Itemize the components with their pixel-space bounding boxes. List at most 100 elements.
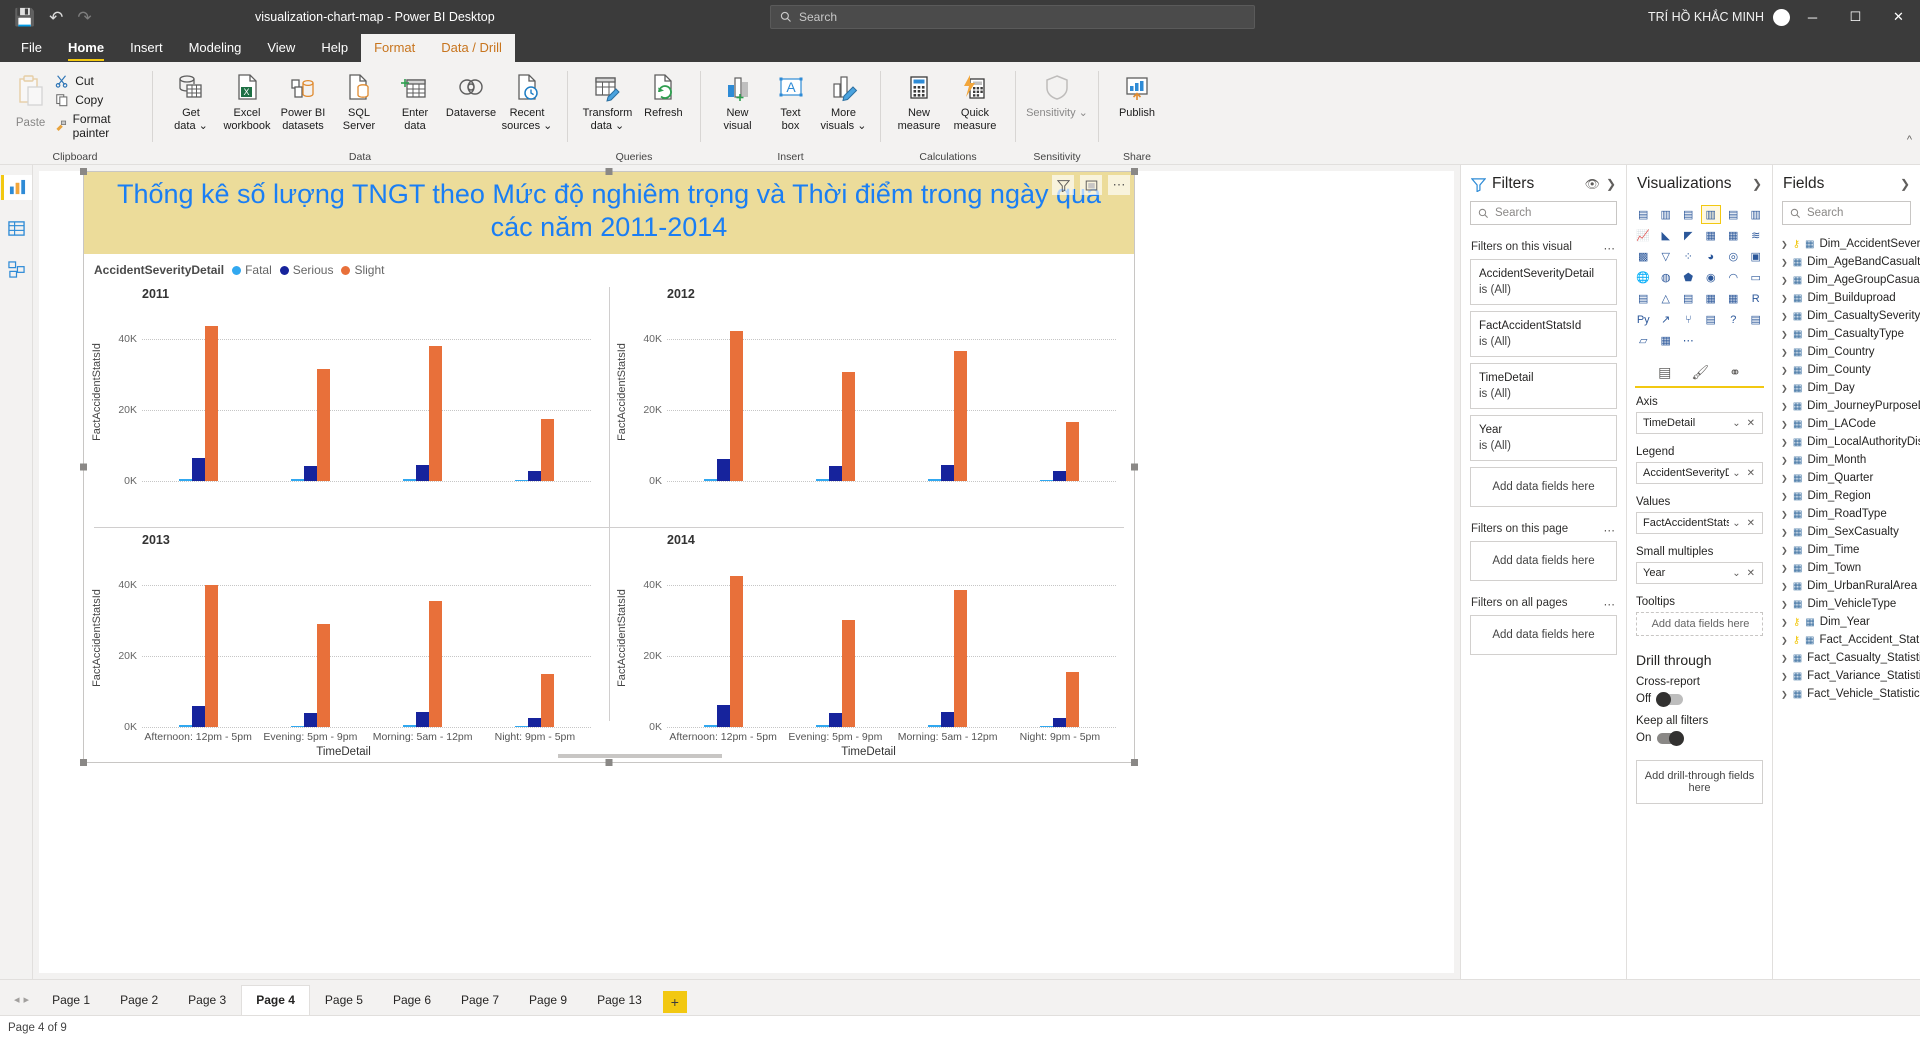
- close-icon[interactable]: ✕: [1744, 518, 1758, 529]
- filters-search-input[interactable]: Search: [1470, 201, 1617, 225]
- field-item[interactable]: ❯ ⚷ ▦ Dim_AccidentSeverity: [1773, 235, 1920, 253]
- toggle-switch[interactable]: [1656, 691, 1684, 707]
- new-measure-button[interactable]: New measure: [891, 68, 947, 132]
- close-icon[interactable]: ✕: [1744, 418, 1758, 429]
- tab-data-drill[interactable]: Data / Drill: [428, 34, 515, 62]
- get-data-button[interactable]: Get data ⌄: [163, 68, 219, 132]
- waterfall-chart-icon[interactable]: ▩: [1633, 247, 1654, 266]
- 100-stacked-column-chart-icon[interactable]: ▥: [1746, 205, 1767, 224]
- eye-icon[interactable]: 👁: [1585, 177, 1600, 191]
- tab-home[interactable]: Home: [55, 34, 117, 62]
- field-item[interactable]: ❯ ▦ Dim_Month: [1773, 451, 1920, 469]
- chevron-right-icon[interactable]: ❯: [1781, 564, 1788, 573]
- visual-horizontal-scrollbar[interactable]: [94, 754, 1124, 760]
- cut-button[interactable]: Cut: [53, 72, 142, 90]
- bar-serious[interactable]: [716, 458, 730, 481]
- bar-slight[interactable]: [1066, 422, 1080, 481]
- close-icon[interactable]: ✕: [1744, 468, 1758, 479]
- bar-serious[interactable]: [828, 712, 842, 727]
- publish-button[interactable]: Publish: [1109, 68, 1165, 120]
- cross-report-toggle[interactable]: Off: [1627, 691, 1772, 713]
- page-next-button[interactable]: ▸: [24, 993, 30, 1006]
- field-item[interactable]: ❯ ▦ Dim_RoadType: [1773, 505, 1920, 523]
- global-search-input[interactable]: Search: [770, 5, 1255, 29]
- maximize-button[interactable]: ☐: [1834, 0, 1877, 34]
- field-item[interactable]: ❯ ▦ Dim_CasualtySeverity: [1773, 307, 1920, 325]
- bar-slight[interactable]: [316, 368, 330, 481]
- filters-visual-more-icon[interactable]: ⋯: [1604, 241, 1617, 255]
- field-item[interactable]: ❯ ▦ Dim_SexCasualty: [1773, 523, 1920, 541]
- bar-serious[interactable]: [716, 705, 730, 727]
- transform-data-button[interactable]: Transform data ⌄: [578, 68, 637, 132]
- bar-slight[interactable]: [729, 575, 743, 727]
- bar-slight[interactable]: [729, 331, 743, 481]
- bar-slight[interactable]: [204, 326, 218, 481]
- filter-card-time-detail[interactable]: TimeDetail is (All): [1470, 363, 1617, 409]
- field-item[interactable]: ❯ ▦ Dim_Country: [1773, 343, 1920, 361]
- chevron-right-icon[interactable]: ❯: [1781, 348, 1788, 357]
- more-visuals-button[interactable]: More visuals ⌄: [817, 68, 870, 132]
- excel-workbook-button[interactable]: X Excel workbook: [219, 68, 275, 132]
- filters-visual-dropzone[interactable]: Add data fields here: [1470, 467, 1617, 507]
- legend-item-serious[interactable]: Serious: [279, 263, 333, 277]
- chevron-right-icon[interactable]: ❯: [1781, 276, 1788, 285]
- field-item[interactable]: ❯ ▦ Dim_Builduproad: [1773, 289, 1920, 307]
- report-canvas[interactable]: ⋯ Thống kê số lượng TNGT theo Mức độ ngh…: [39, 168, 1454, 973]
- kpi-icon[interactable]: △: [1656, 289, 1677, 308]
- sql-server-button[interactable]: SQL Server: [331, 68, 387, 132]
- bar-fatal[interactable]: [928, 479, 942, 481]
- new-visual-button[interactable]: New visual: [711, 68, 764, 132]
- gauge-icon[interactable]: ◠: [1723, 268, 1744, 287]
- filters-page-dropzone[interactable]: Add data fields here: [1470, 541, 1617, 581]
- field-item[interactable]: ❯ ▦ Dim_UrbanRuralArea: [1773, 577, 1920, 595]
- visual-focus-icon[interactable]: [1080, 175, 1102, 195]
- filters-all-pages-dropzone[interactable]: Add data fields here: [1470, 615, 1617, 655]
- chevron-right-icon[interactable]: ❯: [1781, 294, 1788, 303]
- analytics-tab-icon[interactable]: ⚭: [1729, 364, 1741, 381]
- q-and-a-icon[interactable]: ?: [1723, 310, 1744, 329]
- visual-more-icon[interactable]: ⋯: [1108, 175, 1130, 195]
- chevron-right-icon[interactable]: ❯: [1781, 456, 1788, 465]
- bar-fatal[interactable]: [178, 725, 192, 727]
- chevron-right-icon[interactable]: ❯: [1781, 240, 1788, 249]
- field-item[interactable]: ❯ ▦ Dim_Town: [1773, 559, 1920, 577]
- get-more-visuals-icon[interactable]: ▦: [1656, 331, 1677, 350]
- small-multiple-panel-2013[interactable]: 2013 FactAccidentStatsId 0K 20K 40K Afternoon…: [84, 527, 609, 773]
- field-item[interactable]: ❯ ▦ Fact_Casualty_Statistic: [1773, 649, 1920, 667]
- tab-help[interactable]: Help: [308, 34, 361, 62]
- filters-page-more-icon[interactable]: ⋯: [1604, 523, 1617, 537]
- format-tab-icon[interactable]: 🖌: [1691, 364, 1709, 381]
- field-item[interactable]: ❯ ⚷ ▦ Dim_Year: [1773, 613, 1920, 631]
- well-values[interactable]: FactAccidentStatsId ⌄ ✕: [1636, 512, 1763, 534]
- recent-sources-button[interactable]: Recent sources ⌄: [499, 68, 555, 132]
- bar-slight[interactable]: [541, 673, 555, 727]
- bar-slight[interactable]: [1066, 671, 1080, 727]
- funnel-chart-icon[interactable]: ▽: [1656, 247, 1677, 266]
- bar-fatal[interactable]: [703, 725, 717, 727]
- field-item[interactable]: ❯ ▦ Dim_AgeBandCasualty: [1773, 253, 1920, 271]
- collapse-ribbon-icon[interactable]: ^: [1907, 134, 1912, 146]
- bar-slight[interactable]: [316, 623, 330, 727]
- chevron-right-icon[interactable]: ❯: [1781, 474, 1788, 483]
- small-multiple-panel-2011[interactable]: 2011 FactAccidentStatsId 0K 20K 40K: [84, 281, 609, 527]
- fields-tab-icon[interactable]: ▤: [1658, 364, 1671, 381]
- well-tooltips[interactable]: Add data fields here: [1636, 612, 1763, 636]
- chevron-right-icon[interactable]: ❯: [1781, 600, 1788, 609]
- chevron-right-icon[interactable]: ❯: [1606, 177, 1616, 191]
- bar-slight[interactable]: [954, 589, 968, 727]
- bar-serious[interactable]: [528, 471, 542, 481]
- chevron-right-icon[interactable]: ❯: [1781, 546, 1788, 555]
- chevron-right-icon[interactable]: ❯: [1781, 258, 1788, 267]
- chevron-down-icon[interactable]: ⌄: [1729, 468, 1743, 479]
- field-item[interactable]: ❯ ▦ Fact_Variance_Statistic: [1773, 667, 1920, 685]
- chevron-right-icon[interactable]: ❯: [1781, 654, 1788, 663]
- user-account[interactable]: TRÍ HỒ KHẮC MINH: [1648, 0, 1790, 34]
- tab-modeling[interactable]: Modeling: [176, 34, 255, 62]
- field-item[interactable]: ❯ ▦ Dim_Region: [1773, 487, 1920, 505]
- bar-serious[interactable]: [191, 458, 205, 481]
- field-item[interactable]: ❯ ▦ Dim_Time: [1773, 541, 1920, 559]
- field-item[interactable]: ❯ ▦ Dim_Quarter: [1773, 469, 1920, 487]
- fields-search-input[interactable]: Search: [1782, 201, 1911, 225]
- stacked-area-chart-icon[interactable]: ◤: [1678, 226, 1699, 245]
- field-item[interactable]: ❯ ▦ Dim_County: [1773, 361, 1920, 379]
